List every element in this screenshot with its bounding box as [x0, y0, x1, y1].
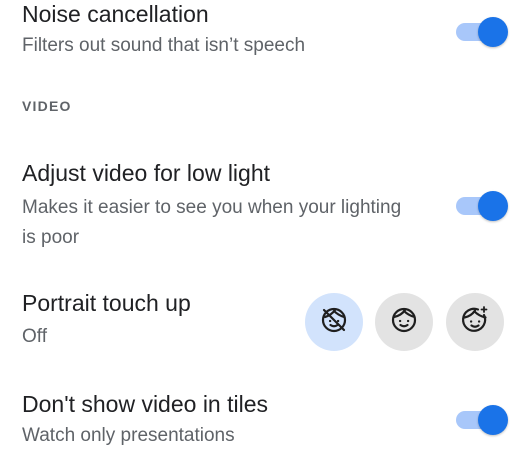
- face-retouch-icon: [460, 305, 490, 340]
- toggle-thumb: [478, 17, 508, 47]
- low-light-title: Adjust video for low light: [22, 160, 271, 186]
- toggle-thumb: [478, 191, 508, 221]
- video-section-header: VIDEO: [22, 98, 72, 114]
- face-icon: [389, 305, 419, 340]
- low-light-toggle[interactable]: [454, 190, 508, 221]
- face-off-icon: [319, 305, 349, 340]
- noise-cancellation-subtitle: Filters out sound that isn’t speech: [22, 35, 306, 56]
- low-light-subtitle: Makes it easier to see you when your lig…: [22, 197, 402, 248]
- hide-video-tiles-toggle[interactable]: [454, 404, 508, 435]
- noise-cancellation-title: Noise cancellation: [22, 1, 209, 27]
- portrait-touch-up-standard-button[interactable]: [375, 293, 433, 351]
- portrait-touch-up-enhanced-button[interactable]: [446, 293, 504, 351]
- hide-video-tiles-subtitle: Watch only presentations: [22, 425, 235, 446]
- toggle-thumb: [478, 405, 508, 435]
- hide-video-tiles-title: Don't show video in tiles: [22, 391, 269, 417]
- portrait-off-button[interactable]: [305, 293, 363, 351]
- noise-cancellation-toggle[interactable]: [454, 16, 508, 47]
- portrait-touch-up-title: Portrait touch up: [22, 290, 191, 316]
